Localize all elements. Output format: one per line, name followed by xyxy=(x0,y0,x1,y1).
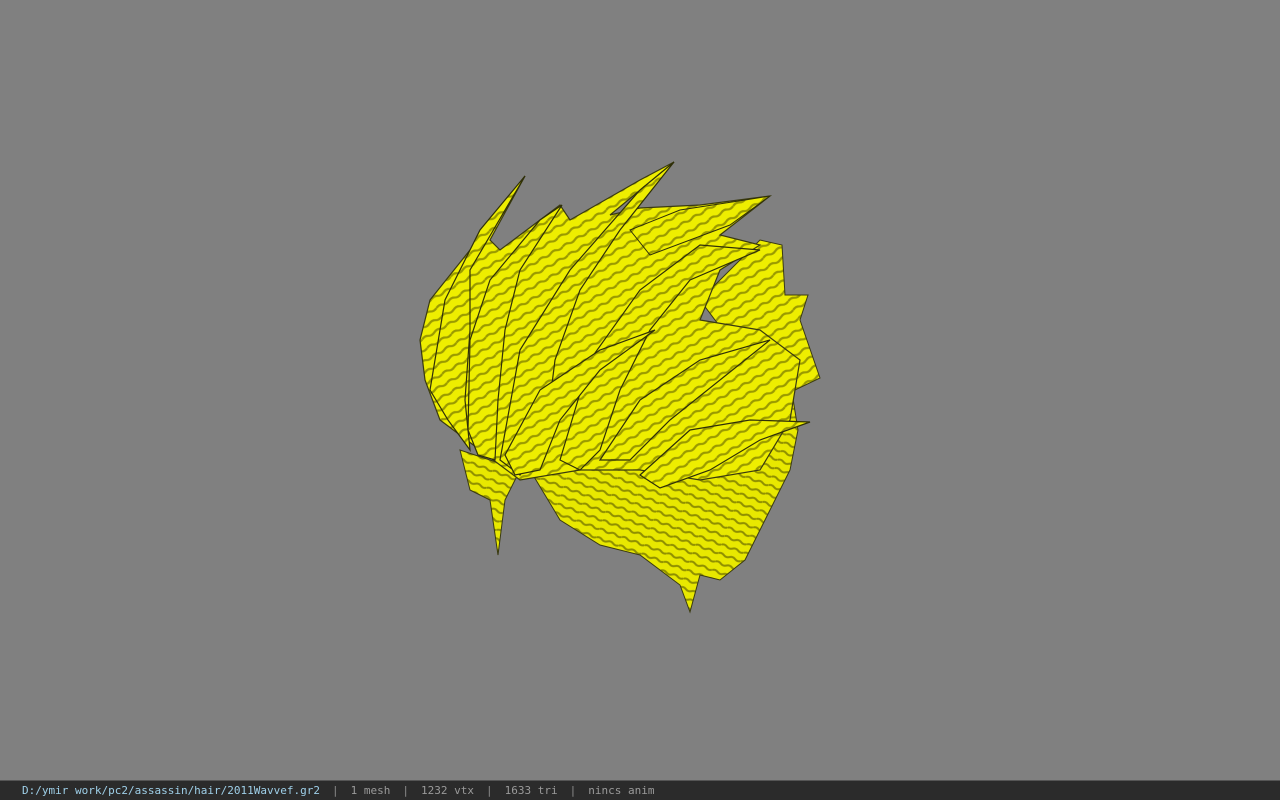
animation-status-label: nincs anim xyxy=(588,784,655,797)
status-separator: | xyxy=(332,784,339,797)
triangle-count-label: 1633 tri xyxy=(504,784,558,797)
vertex-count-label: 1232 vtx xyxy=(421,784,474,797)
status-separator: | xyxy=(486,784,493,797)
hair-mesh-model xyxy=(419,161,821,614)
mesh-count-label: 1 mesh xyxy=(350,784,391,797)
status-separator: | xyxy=(402,784,410,797)
status-bar: D:/ymir work/pc2/assassin/hair/2011Wavve… xyxy=(0,780,1280,800)
file-path-label: D:/ymir work/pc2/assassin/hair/2011Wavve… xyxy=(22,784,321,797)
status-separator: | xyxy=(569,784,577,797)
3d-viewport[interactable] xyxy=(0,0,1280,780)
